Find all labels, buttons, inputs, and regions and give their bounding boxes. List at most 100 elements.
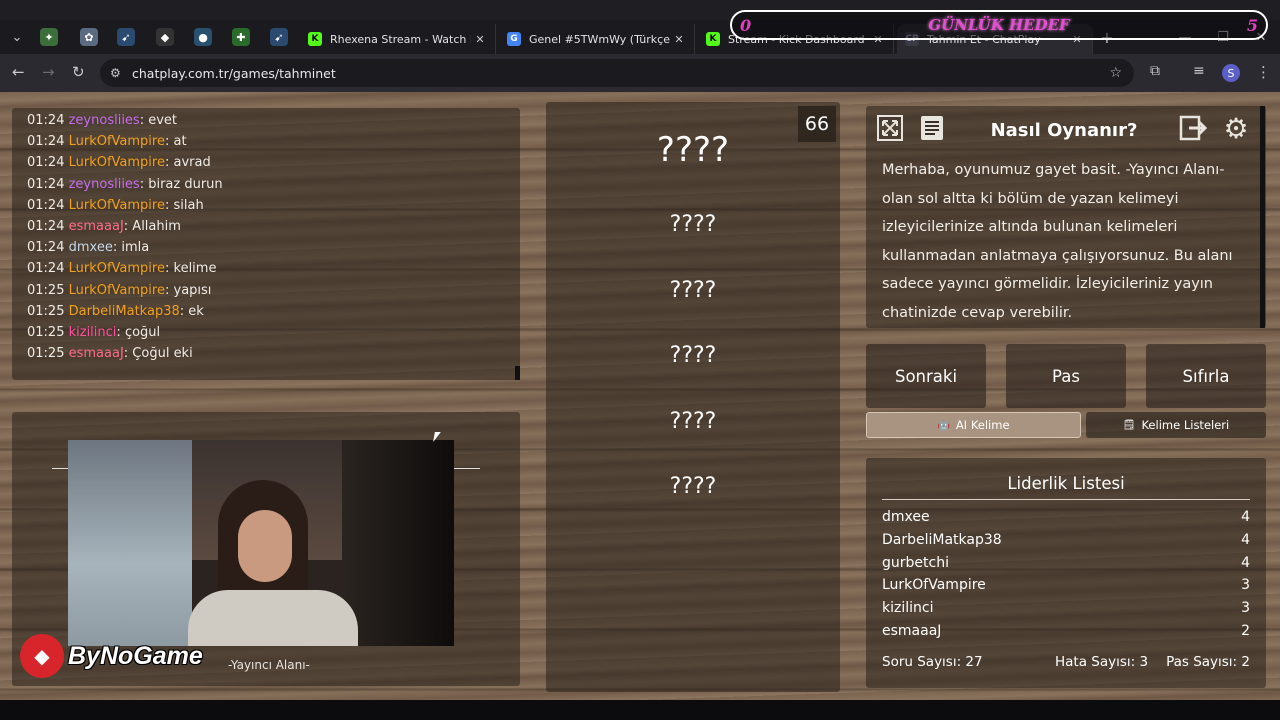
leaderboard-row: gurbetchi 4: [882, 552, 1250, 574]
goal-current: 0: [740, 15, 752, 35]
leaderboard-name: DarbeliMatkap38: [882, 531, 1002, 548]
forward-icon[interactable]: →: [42, 63, 55, 81]
pass-button[interactable]: Pas: [1006, 344, 1126, 408]
leaderboard-row: dmxee 4: [882, 506, 1250, 528]
ai-word-button[interactable]: 🤖 AI Kelime: [866, 412, 1081, 438]
leaderboard-score: 3: [1241, 577, 1250, 594]
chat-text: silah: [173, 197, 204, 213]
close-tab-icon[interactable]: ✕: [670, 33, 688, 46]
goal-title: GÜNLÜK HEDEF: [928, 16, 1070, 34]
chat-message: 01:24 LurkOfVampire: at: [27, 134, 187, 150]
chat-time: 01:24: [27, 240, 65, 256]
chat-username[interactable]: LurkOfVampire: [69, 155, 165, 170]
chat-message: 01:24 LurkOfVampire: avrad: [27, 155, 211, 171]
chat-username[interactable]: DarbeliMatkap38: [69, 304, 180, 319]
tab-search-chevron-icon[interactable]: ⌄: [6, 26, 28, 48]
chat-username[interactable]: esmaaaJ: [69, 219, 124, 234]
chat-username[interactable]: esmaaaJ: [69, 346, 124, 361]
leaderboard-score: 4: [1241, 509, 1250, 525]
pass-count: Pas Sayısı: 2: [1166, 654, 1250, 670]
chat-username[interactable]: LurkOfVampire: [69, 283, 165, 298]
leaderboard-name: dmxee: [882, 509, 930, 525]
leaderboard-name: LurkOfVampire: [882, 577, 986, 594]
chat-username[interactable]: zeynosliies: [69, 177, 140, 192]
profile-avatar[interactable]: S: [1222, 64, 1240, 82]
url-field[interactable]: ⚙ chatplay.com.tr/games/tahminet ☆: [100, 59, 1134, 87]
notepad-icon: 🗒: [1122, 419, 1136, 431]
kick-icon: K: [706, 32, 720, 46]
pinned-tab-2[interactable]: ✿: [80, 28, 98, 46]
leaderboard-score: 3: [1241, 600, 1250, 617]
site-info-icon[interactable]: ⚙: [110, 66, 121, 80]
forbidden-word: ????: [669, 409, 717, 434]
help-text: Merhaba, oyunumuz gayet basit. -Yayıncı …: [882, 162, 1233, 321]
pinned-tab-5[interactable]: ●: [194, 28, 212, 46]
chat-message: 01:24 zeynosliies: biraz durun: [27, 176, 223, 192]
chat-text: Allahim: [132, 218, 181, 234]
menu-icon[interactable]: ⋮: [1256, 63, 1271, 81]
word-list-panel: [546, 102, 840, 692]
pinned-tab-3[interactable]: ➹: [117, 28, 135, 46]
chat-username[interactable]: dmxee: [69, 240, 113, 255]
forbidden-word: ????: [669, 343, 717, 368]
chat-time: 01:24: [27, 218, 65, 234]
dark-background: [342, 440, 454, 646]
chat-time: 01:24: [27, 197, 65, 213]
chat-message: 01:24 LurkOfVampire: silah: [27, 197, 204, 213]
reading-list-icon[interactable]: ≡: [1193, 63, 1205, 79]
reset-button[interactable]: Sıfırla: [1146, 344, 1266, 408]
reload-icon[interactable]: ↻: [72, 63, 85, 81]
streamer-face: [238, 510, 292, 582]
chat-text: yapısı: [173, 282, 212, 298]
goal-target: 5: [1246, 15, 1258, 35]
chat-message: 01:24 zeynosliies: evet: [27, 113, 178, 128]
chat-time: 01:24: [27, 113, 65, 128]
tab-rhexena-stream[interactable]: KRhexena Stream - Watch Live on Kick✕: [300, 24, 496, 54]
leaderboard-score: 4: [1241, 531, 1250, 548]
chat-message: 01:25 kizilinci: çoğul: [27, 324, 161, 340]
next-button[interactable]: Sonraki: [866, 344, 986, 408]
chat-username[interactable]: LurkOfVampire: [69, 261, 165, 276]
chat-message: 01:25 DarbeliMatkap38: ek: [27, 303, 204, 319]
leaderboard-score: 4: [1241, 554, 1250, 571]
tab-genel[interactable]: GGenel #5TWmWy (Türkçe) - Ga✕: [499, 24, 695, 54]
chat-username[interactable]: kizilinci: [69, 325, 117, 340]
leaderboard-score: 2: [1241, 623, 1250, 639]
chat-panel: 01:24 zeynosliies: evet 01:24 LurkOfVampi…: [12, 108, 520, 380]
pinned-tab-7[interactable]: ➹: [270, 28, 288, 46]
forbidden-word: ????: [669, 474, 717, 499]
chat-time: 01:24: [27, 176, 65, 192]
pinned-tab-4[interactable]: ◆: [156, 28, 174, 46]
chat-time: 01:25: [27, 282, 65, 298]
bottom-bar: [0, 700, 1280, 720]
chat-time: 01:25: [27, 346, 65, 362]
chat-message: 01:24 esmaaaJ: Allahim: [27, 218, 181, 234]
back-icon[interactable]: ←: [12, 63, 25, 81]
chat-username[interactable]: LurkOfVampire: [69, 134, 165, 149]
chat-text: ek: [188, 303, 204, 319]
forbidden-word: ????: [669, 212, 717, 237]
extensions-icon[interactable]: ⧉: [1150, 63, 1160, 79]
robot-icon: 🤖: [937, 419, 950, 431]
bookmark-star-icon[interactable]: ☆: [1109, 65, 1122, 81]
leaderboard-row: LurkOfVampire 3: [882, 574, 1250, 596]
leaderboard-name: esmaaaJ: [882, 623, 942, 639]
exit-icon[interactable]: [1178, 112, 1210, 144]
error-count: Hata Sayısı: 3: [1054, 654, 1149, 670]
pinned-tab-1[interactable]: ✦: [40, 28, 58, 46]
leaderboard-name: kizilinci: [882, 600, 934, 617]
chat-text: imla: [121, 240, 150, 256]
webcam-feed: [68, 440, 454, 646]
game-page: 01:24 zeynosliies: evet 01:24 LurkOfVampi…: [0, 92, 1280, 700]
word-lists-button[interactable]: 🗒 Kelime Listeleri: [1086, 412, 1266, 438]
bynogame-logo-icon: ◆: [20, 634, 64, 678]
chat-username[interactable]: zeynosliies: [69, 113, 140, 128]
close-tab-icon[interactable]: ✕: [471, 33, 489, 46]
chat-username[interactable]: LurkOfVampire: [69, 198, 165, 213]
chat-scrollbar[interactable]: [515, 366, 520, 380]
chat-list: 01:24 zeynosliies: evet 01:24 LurkOfVampi…: [12, 108, 520, 364]
chat-time: 01:24: [27, 155, 65, 171]
settings-gear-icon[interactable]: ⚙: [1220, 112, 1252, 145]
pinned-tab-6[interactable]: ✚: [232, 28, 250, 46]
chat-message: 01:25 esmaaaJ: Çoğul eki: [27, 346, 193, 362]
